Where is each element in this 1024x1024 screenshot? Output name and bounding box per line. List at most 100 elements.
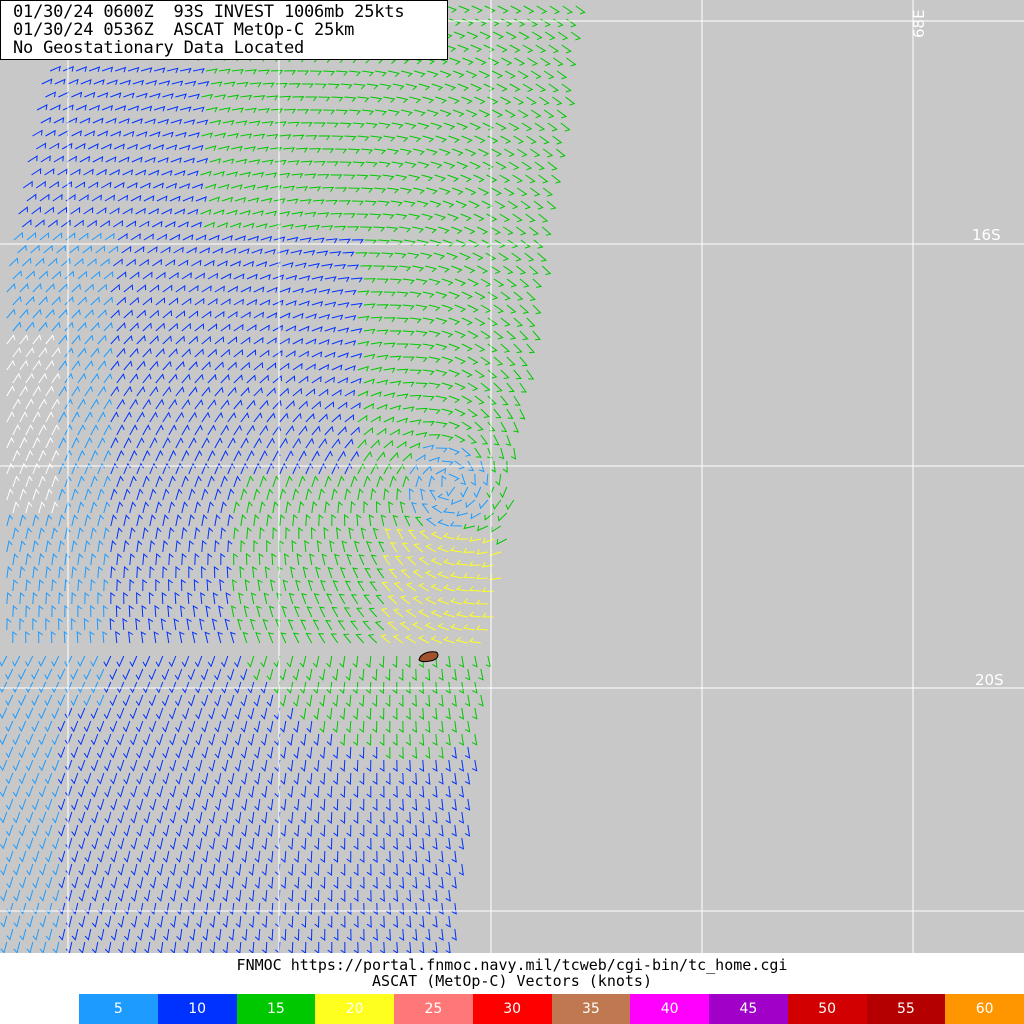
wind-barb [501,18,513,27]
wind-barb [96,772,105,785]
wind-barb [507,200,519,210]
wind-barb [162,850,170,863]
wind-barb [385,824,391,837]
wind-barb [363,426,374,436]
wind-barb [162,462,171,475]
wind-barb [370,96,383,103]
wind-barb [97,436,106,449]
wind-barb [327,83,340,89]
wind-barb [316,250,329,256]
wind-barb [396,528,404,540]
wind-barb [230,605,237,618]
wind-barb [95,245,105,254]
wind-barb [446,486,456,497]
wind-barb [442,200,455,208]
wind-barb [372,850,378,863]
wind-barb [75,66,88,72]
wind-barb [116,347,126,358]
wind-barb [58,902,66,915]
wind-barb [442,507,455,514]
wind-barb [67,78,79,85]
wind-barb [285,425,295,436]
wind-barb [217,631,223,644]
wind-barb [398,694,404,707]
wind-barb [287,160,300,166]
wind-barb [126,258,136,267]
wind-barb [428,278,441,286]
wind-barb [474,135,486,144]
wind-barb [202,902,209,915]
wind-barb [334,553,340,566]
wind-barb [88,66,101,73]
wind-barb [301,941,307,953]
wind-barb [233,399,243,410]
wind-barb [51,578,57,592]
wind-barb [170,118,183,125]
wind-barb [425,720,431,733]
wind-barb [498,252,510,262]
wind-barb [166,631,172,644]
wind-barb [305,338,317,345]
wind-barb [461,369,473,378]
wind-barb [25,604,31,618]
wind-barb [547,161,558,171]
wind-barb [0,707,8,720]
wind-barb [474,317,486,326]
wind-barb [156,759,164,772]
wind-barb [425,265,437,273]
wind-barb [482,473,489,487]
wind-barb [445,785,451,798]
wind-barb [411,668,417,681]
wind-barb [402,278,415,285]
wind-barb [368,514,374,527]
wind-barb [418,556,430,566]
wind-barb [181,322,191,332]
wind-barb [508,122,520,131]
wind-barb [359,720,365,734]
wind-barb [39,915,47,928]
wind-barb [142,579,148,592]
wind-barb [140,631,147,644]
wind-barb [339,161,352,167]
wind-barb [292,668,300,681]
wind-barb [366,863,372,876]
wind-barb [460,486,469,498]
wind-barb [332,694,339,707]
wind-barb [149,309,159,319]
wind-barb [412,226,425,233]
wind-barb [487,369,498,379]
wind-barb [547,122,558,132]
wind-barb [326,681,333,694]
wind-barb [261,785,268,798]
wind-barb [57,694,66,707]
wind-barb [148,668,157,681]
wind-barb [25,631,30,644]
wind-barb [83,207,94,215]
wind-barb [105,117,117,124]
wind-barb [406,811,412,824]
wind-barb [455,534,468,540]
wind-barb [314,83,327,89]
wind-barb [313,707,320,720]
wind-barb [343,514,349,527]
wind-barb [47,219,58,228]
wind-barb [467,382,479,392]
wind-barb [194,424,203,436]
wind-barb [337,501,343,514]
wind-barb [345,720,352,734]
wind-barb [0,889,8,902]
wind-barb [298,501,305,514]
wind-barb [366,889,372,902]
wind-barb [227,539,233,553]
wind-barb [143,837,151,850]
wind-barb [387,595,398,605]
wind-barb [509,44,521,53]
wind-barb [256,261,268,268]
legend-swatch-25: 25 [394,994,473,1024]
wind-barb [406,941,412,953]
wind-barb [70,746,79,759]
wind-barb [35,142,47,150]
wind-barb [65,194,76,202]
wind-barb [131,156,143,163]
wind-barb [533,200,544,210]
